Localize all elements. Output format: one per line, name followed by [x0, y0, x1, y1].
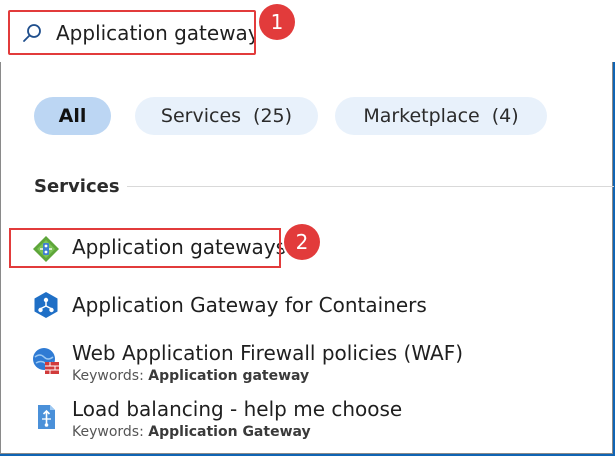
keywords-label: Keywords:	[72, 424, 144, 440]
search-box-highlight[interactable]	[8, 10, 256, 55]
search-icon	[23, 24, 41, 42]
search-bar: 1	[0, 0, 615, 62]
callout-badge-1: 1	[259, 4, 295, 40]
keywords-label: Keywords:	[72, 368, 144, 384]
filter-services-pill[interactable]: Services (25)	[135, 97, 318, 135]
result-keywords: Keywords: Application Gateway	[72, 424, 311, 440]
result-item-waf-policies[interactable]: Web Application Firewall policies (WAF) …	[1, 339, 614, 387]
waf-policy-icon	[33, 348, 59, 374]
search-results-panel: All Services (25) Marketplace (4) Services…	[0, 62, 614, 454]
result-item-application-gateway-containers[interactable]: Application Gateway for Containers	[1, 283, 614, 331]
gateway-containers-icon	[34, 292, 58, 318]
filter-count: (4)	[491, 105, 519, 127]
result-title: Load balancing - help me choose	[72, 397, 403, 421]
search-input[interactable]	[56, 18, 254, 48]
section-divider	[127, 186, 614, 187]
keywords-value: Application gateway	[148, 368, 310, 384]
filter-all-pill[interactable]: All	[34, 97, 111, 135]
filter-label: Marketplace	[363, 105, 480, 127]
result-title: Application Gateway for Containers	[72, 293, 427, 317]
result-keywords: Keywords: Application gateway	[72, 368, 309, 384]
keywords-value: Application Gateway	[148, 424, 311, 440]
result-highlight-box	[9, 228, 281, 268]
filter-marketplace-pill[interactable]: Marketplace (4)	[335, 97, 547, 135]
filter-label: All	[58, 105, 87, 127]
filter-count: (25)	[253, 105, 293, 127]
callout-badge-2: 2	[284, 224, 320, 260]
result-item-load-balancing[interactable]: Load balancing - help me choose Keywords…	[1, 395, 614, 443]
section-title-services: Services	[34, 176, 120, 197]
filter-label: Services	[160, 105, 242, 127]
result-title: Web Application Firewall policies (WAF)	[72, 341, 463, 365]
load-balancing-icon	[38, 405, 55, 429]
